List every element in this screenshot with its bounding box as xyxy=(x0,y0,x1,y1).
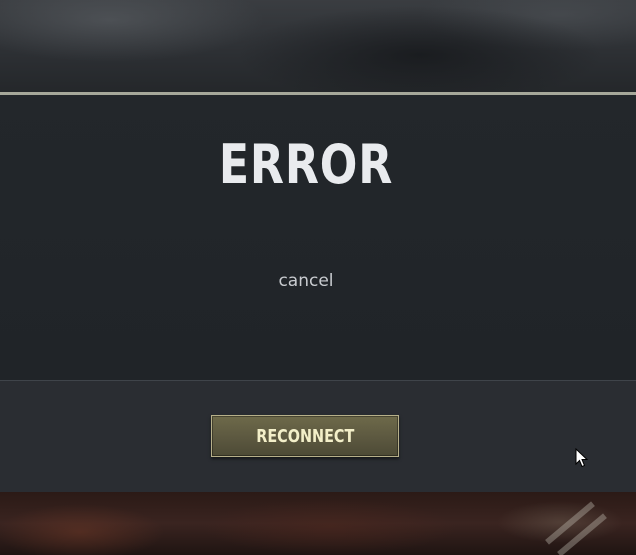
error-dialog: ERROR cancel RECONNECT xyxy=(0,92,636,492)
dialog-body: ERROR cancel xyxy=(0,95,636,380)
background-stripe xyxy=(545,501,595,545)
dialog-footer: RECONNECT xyxy=(0,381,636,492)
game-screen: ERROR cancel RECONNECT xyxy=(0,0,636,555)
background-stripe xyxy=(557,513,607,555)
reconnect-button-label: RECONNECT xyxy=(255,425,355,447)
dialog-message: cancel xyxy=(278,271,334,291)
reconnect-button[interactable]: RECONNECT xyxy=(211,415,399,457)
dialog-title: ERROR xyxy=(218,133,394,196)
mouse-pointer-icon xyxy=(575,448,589,468)
background-sky xyxy=(0,0,636,93)
background-ground xyxy=(0,492,636,555)
